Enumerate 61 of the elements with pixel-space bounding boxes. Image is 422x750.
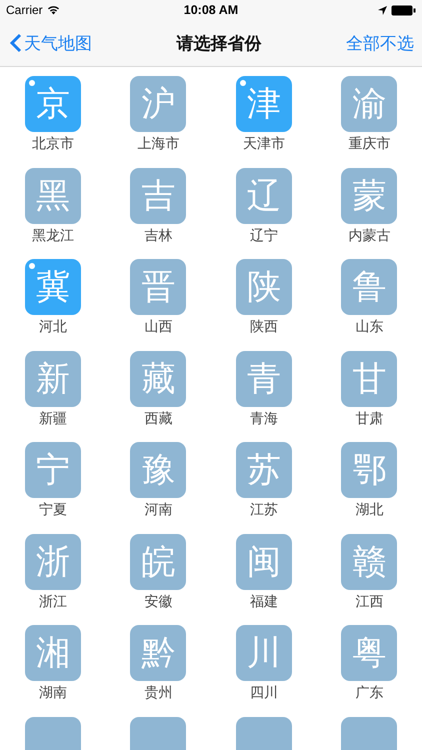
province-tile[interactable]: 皖	[130, 534, 186, 590]
province-name: 宁夏	[38, 501, 67, 519]
province-name: 北京市	[32, 135, 74, 153]
province-tile[interactable]: 陕	[236, 259, 292, 315]
province-name: 河北	[38, 318, 67, 336]
province-name: 安徽	[144, 592, 172, 610]
deselect-all-button[interactable]: 全部不选	[346, 32, 414, 54]
province-name: 贵州	[144, 684, 172, 702]
carrier-label: Carrier	[6, 3, 43, 17]
province-name: 河南	[144, 501, 172, 519]
province-name: 湖北	[355, 501, 384, 519]
back-button[interactable]: 天气地图	[10, 32, 92, 54]
province-name: 新疆	[38, 410, 67, 428]
province-name: 福建	[250, 592, 278, 610]
province-tile[interactable]: 津	[236, 76, 292, 132]
province-tile[interactable]: 赣	[341, 534, 398, 590]
province-name: 山西	[144, 318, 172, 336]
province-name: 重庆市	[348, 135, 390, 153]
province-name: 陕西	[250, 318, 278, 336]
province-name: 吉林	[144, 226, 172, 244]
province-tile[interactable]: 黑	[24, 168, 81, 224]
province-tile[interactable]: 川	[236, 625, 292, 681]
nav-title: 请选择省份	[176, 32, 262, 54]
province-tile[interactable]: 渝	[341, 76, 398, 132]
province-tile[interactable]: 豫	[130, 442, 186, 498]
province-name: 青海	[250, 410, 278, 428]
province-tile[interactable]: 吉	[130, 168, 186, 224]
province-tile[interactable]: 苏	[236, 442, 292, 498]
province-name: 浙江	[38, 592, 67, 610]
province-tile[interactable]: 沪	[130, 76, 186, 132]
province-tile[interactable]: 宁	[24, 442, 81, 498]
province-tile[interactable]: 藏	[130, 350, 186, 406]
province-tile[interactable]: 新	[24, 350, 81, 406]
province-name: 西藏	[144, 410, 172, 428]
province-name: 黑龙江	[32, 226, 74, 244]
province-tile[interactable]: 鄂	[341, 442, 398, 498]
province-tile[interactable]: 黔	[130, 625, 186, 681]
province-name: 四川	[250, 684, 278, 702]
clock: 10:08 AM	[184, 3, 238, 17]
province-tile[interactable]: 辽	[236, 168, 292, 224]
province-name: 广东	[355, 684, 384, 702]
province-tile[interactable]: 青	[236, 350, 292, 406]
province-name: 天津市	[242, 135, 285, 153]
province-name: 江西	[355, 592, 384, 610]
province-tile[interactable]: 浙	[24, 534, 81, 590]
province-tile[interactable]: 冀	[24, 259, 81, 315]
province-name: 甘肃	[355, 410, 384, 428]
province-name: 辽宁	[250, 226, 278, 244]
province-tile[interactable]: 湘	[24, 625, 81, 681]
province-name: 山东	[355, 318, 384, 336]
province-tile[interactable]: 京	[24, 76, 81, 132]
province-tile[interactable]: 闽	[236, 534, 292, 590]
province-name: 内蒙古	[348, 226, 390, 244]
province-name: 上海市	[137, 135, 180, 153]
province-tile[interactable]: 蒙	[341, 168, 398, 224]
province-tile[interactable]: 晋	[130, 259, 186, 315]
province-name: 江苏	[250, 501, 278, 519]
province-tile[interactable]: 粤	[341, 625, 398, 681]
province-name: 湖南	[38, 684, 67, 702]
province-tile[interactable]: 甘	[341, 350, 398, 406]
province-tile[interactable]: 鲁	[341, 259, 398, 315]
